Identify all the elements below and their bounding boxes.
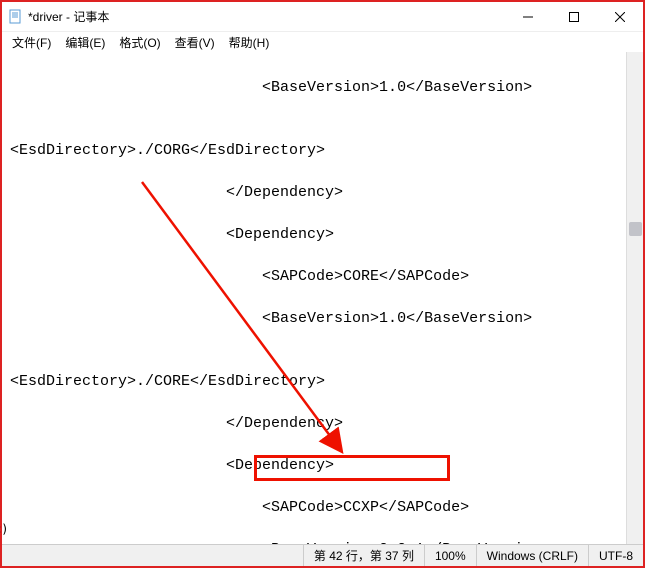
status-zoom: 100% (424, 545, 476, 566)
text-line: </Dependency> (10, 182, 635, 203)
status-spacer (2, 545, 303, 566)
text-line: <Dependency> (10, 224, 635, 245)
menubar: 文件(F) 编辑(E) 格式(O) 查看(V) 帮助(H) (2, 32, 643, 52)
titlebar: *driver - 记事本 (2, 2, 643, 32)
text-line: </Dependency> (10, 413, 635, 434)
minimize-button[interactable] (505, 2, 551, 32)
scroll-thumb[interactable] (629, 222, 642, 236)
status-position: 第 42 行，第 37 列 (303, 545, 424, 566)
maximize-button[interactable] (551, 2, 597, 32)
menu-view[interactable]: 查看(V) (169, 32, 221, 53)
text-line: <BaseVersion>1.0</BaseVersion> (10, 77, 635, 98)
text-line: <EsdDirectory>./CORE</EsdDirectory> (10, 371, 635, 392)
text-line: <SAPCode>CORE</SAPCode> (10, 266, 635, 287)
statusbar: 第 42 行，第 37 列 100% Windows (CRLF) UTF-8 (2, 544, 643, 566)
status-encoding: UTF-8 (588, 545, 643, 566)
menu-file[interactable]: 文件(F) (6, 32, 57, 53)
status-eol: Windows (CRLF) (476, 545, 588, 566)
app-icon (8, 9, 24, 25)
menu-format[interactable]: 格式(O) (113, 32, 166, 53)
close-button[interactable] (597, 2, 643, 32)
text-area[interactable]: <BaseVersion>1.0</BaseVersion> <EsdDirec… (2, 52, 643, 544)
text-line: <BaseVersion>2.2.1</BaseVersion> (10, 539, 635, 544)
window-title: *driver - 记事本 (28, 8, 505, 25)
window-controls (505, 2, 643, 32)
menu-help[interactable]: 帮助(H) (223, 32, 276, 53)
notepad-window: *driver - 记事本 文件(F) 编辑(E) 格式(O) 查看(V) 帮助… (0, 0, 645, 568)
vertical-scrollbar[interactable] (626, 52, 643, 544)
text-line: <BaseVersion>1.0</BaseVersion> (10, 308, 635, 329)
text-line: <EsdDirectory>./CORG</EsdDirectory> (10, 140, 635, 161)
text-line: <SAPCode>CCXP</SAPCode> (10, 497, 635, 518)
stray-text: c) (0, 522, 8, 536)
menu-edit[interactable]: 编辑(E) (59, 32, 111, 53)
text-line: <Dependency> (10, 455, 635, 476)
